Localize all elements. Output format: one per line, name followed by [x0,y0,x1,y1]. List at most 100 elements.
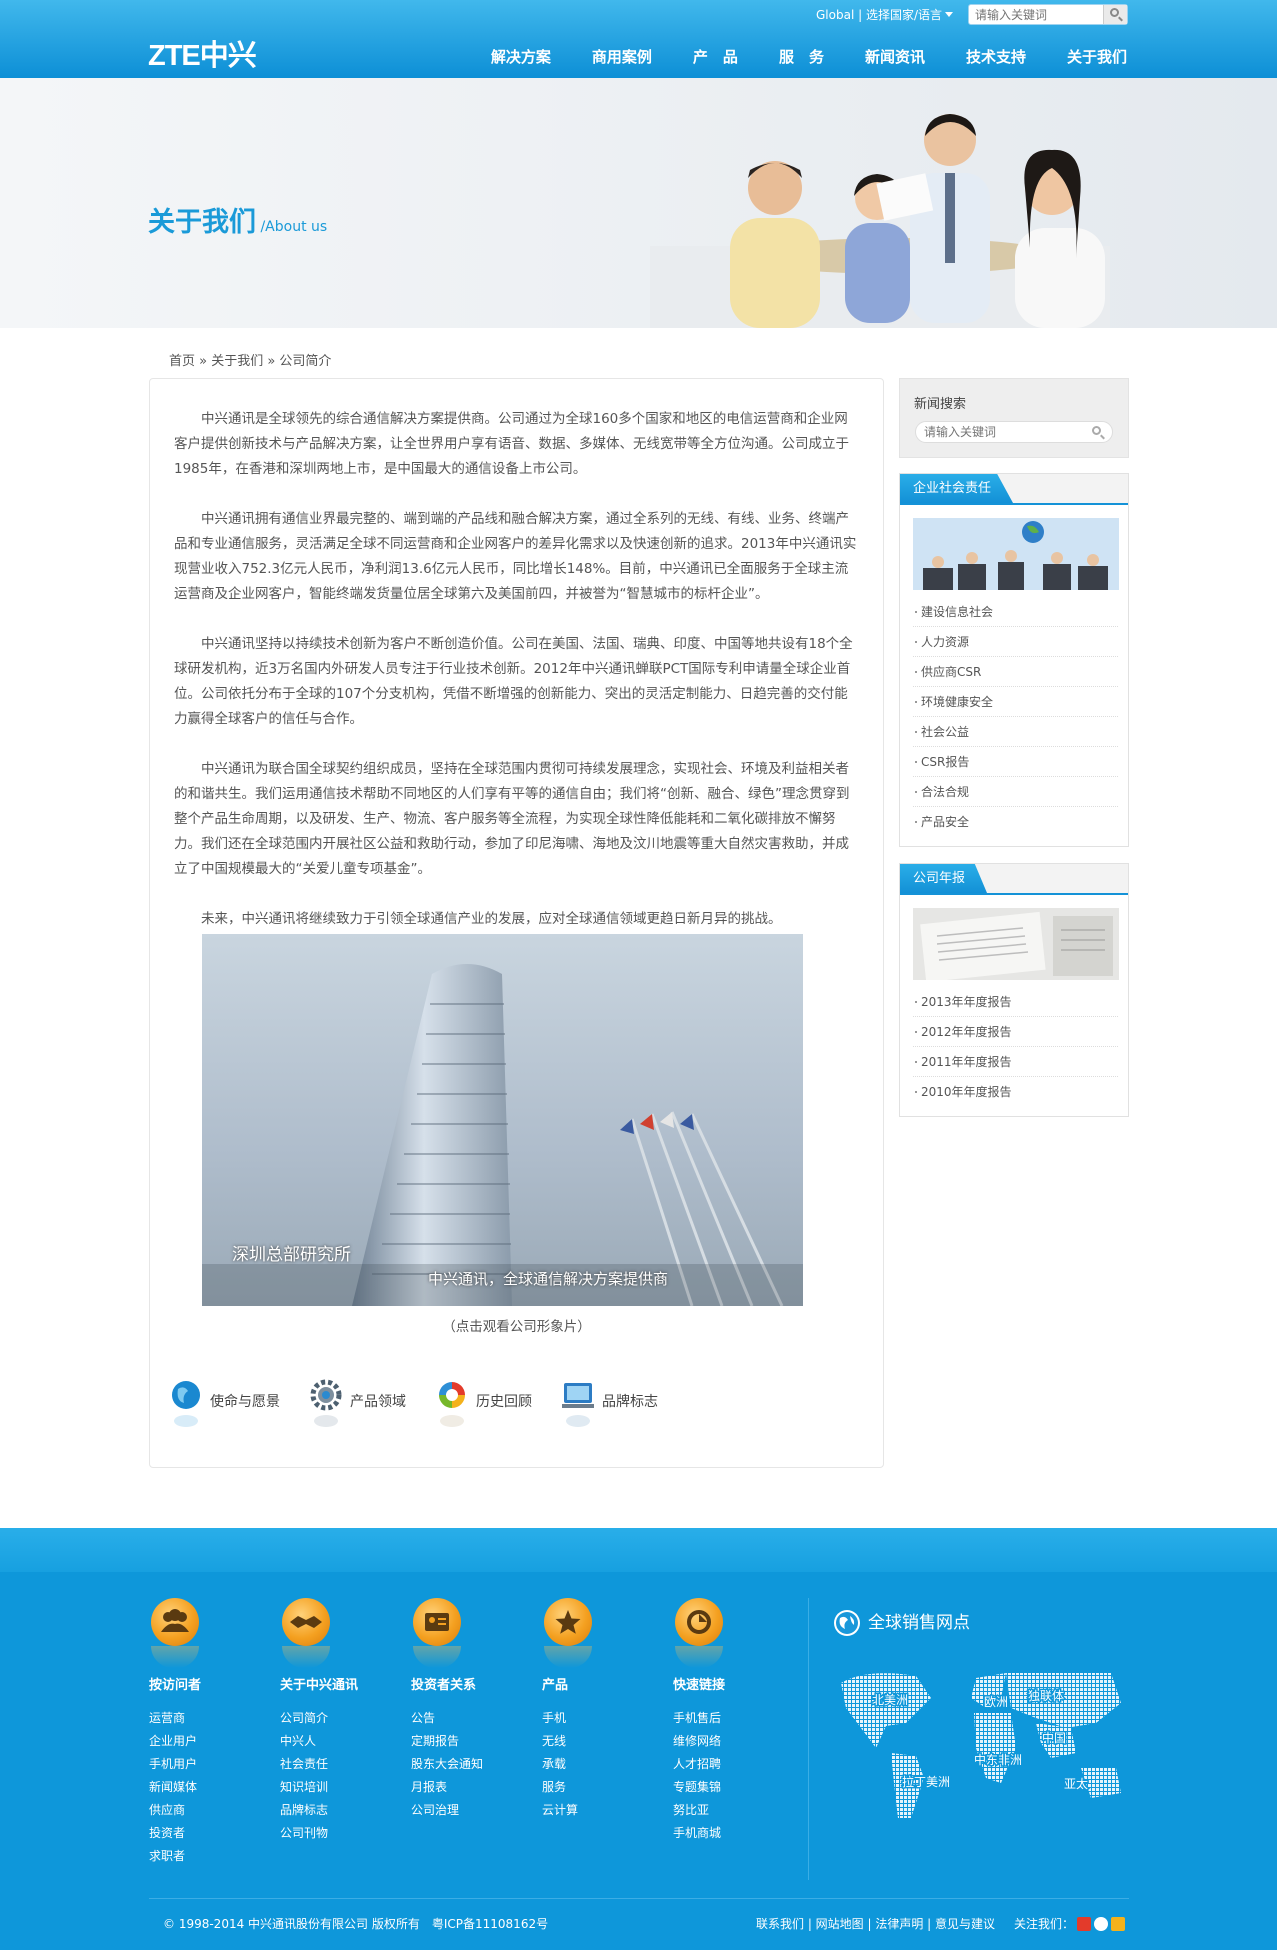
footer-link[interactable]: 手机售后 [673,1707,783,1730]
about-icon-links: 使命与愿景 产品领域 历史回顾 品牌标志 [170,1379,688,1435]
tencent-weibo-icon[interactable] [1094,1917,1109,1931]
footer-link[interactable]: 云计算 [542,1799,652,1822]
footer-link[interactable]: 公告 [411,1707,521,1730]
footer-link[interactable]: 投资者 [149,1822,259,1845]
nav-services[interactable]: 服 务 [779,46,824,67]
footer-link[interactable]: 公司简介 [280,1707,390,1730]
map-label[interactable]: 亚太 [1063,1775,1090,1793]
list-item[interactable]: 环境健康安全 [913,687,1118,717]
icon-reflection [151,1646,199,1668]
footer-bottom-links[interactable]: 联系我们 | 网站地图 | 法律声明 | 意见与建议 [756,1915,995,1932]
footer-link[interactable]: 求职者 [149,1845,259,1868]
follow-us-label: 关注我们： [1014,1917,1075,1931]
footer-link[interactable]: 运营商 [149,1707,259,1730]
nav-solutions[interactable]: 解决方案 [491,46,551,67]
footer-link[interactable]: 手机商城 [673,1822,783,1845]
top-search-input[interactable] [969,5,1099,24]
nav-cases[interactable]: 商用案例 [592,46,652,67]
copyright: © 1998-2014 中兴通讯股份有限公司 版权所有 粤ICP备1110816… [163,1917,549,1931]
footer-link[interactable]: 定期报告 [411,1730,521,1753]
footer-link[interactable]: 公司刊物 [280,1822,390,1845]
company-video[interactable]: 深圳总部研究所 中兴通讯，全球通信解决方案提供商 [202,934,803,1306]
map-label[interactable]: 欧洲 [983,1694,1010,1711]
top-search-button[interactable] [1103,5,1127,24]
icon-reflection [675,1646,723,1668]
mission-vision-link[interactable]: 使命与愿景 [170,1379,280,1435]
list-item[interactable]: 2010年年度报告 [913,1077,1118,1107]
renren-icon[interactable] [1111,1917,1126,1931]
article-paragraph: 未来，中兴通讯将继续致力于引领全球通信产业的发展，应对全球通信领域更趋日新月异的… [201,911,782,927]
footer-link[interactable]: 公司治理 [411,1799,521,1822]
list-item[interactable]: 供应商CSR [913,657,1118,687]
footer-link[interactable]: 知识培训 [280,1776,390,1799]
footer-link[interactable]: 维修网络 [673,1730,783,1753]
news-search-input[interactable] [916,422,1076,442]
global-language-selector[interactable]: Global | 选择国家/语言 [816,6,953,23]
map-label[interactable]: 中东非洲 [973,1751,1024,1769]
product-areas-label: 产品领域 [350,1394,406,1410]
footer-link[interactable]: 手机 [542,1707,652,1730]
footer-link[interactable]: 股东大会通知 [411,1753,521,1776]
nav-products[interactable]: 产 品 [693,46,738,67]
list-item[interactable]: CSR报告 [913,747,1118,777]
footer-link[interactable]: 承载 [542,1753,652,1776]
footer-link[interactable]: 新闻媒体 [149,1776,259,1799]
cycle-icon [436,1379,468,1435]
monitor-icon [562,1379,594,1435]
search-icon [1110,8,1119,17]
list-item[interactable]: 人力资源 [913,627,1118,657]
global-sales-title[interactable]: 全球销售网点 [834,1608,970,1636]
mission-vision-label: 使命与愿景 [210,1394,280,1410]
footer-link[interactable]: 人才招聘 [673,1753,783,1776]
brand-logo-link[interactable]: 品牌标志 [562,1379,658,1435]
footer-link[interactable]: 服务 [542,1776,652,1799]
nav-about[interactable]: 关于我们 [1067,46,1127,67]
gear-icon [310,1379,342,1435]
footer-link[interactable]: 社会责任 [280,1753,390,1776]
search-icon[interactable] [1092,426,1101,435]
footer-column-title: 关于中兴通讯 [280,1678,359,1693]
annual-report-box: 公司年报 2013年年度报告 2012年年度报告 2011年年度报告 2010年… [899,863,1129,1117]
footer-link[interactable]: 无线 [542,1730,652,1753]
csr-tab-label[interactable]: 企业社会责任 [900,474,1014,503]
product-areas-link[interactable]: 产品领域 [310,1379,406,1435]
list-item[interactable]: 建设信息社会 [913,597,1118,627]
footer-link[interactable]: 月报表 [411,1776,521,1799]
list-item[interactable]: 2012年年度报告 [913,1017,1118,1047]
footer-band [0,1528,1277,1572]
footer-link[interactable]: 品牌标志 [280,1799,390,1822]
zte-logo[interactable]: ZTE中兴 [148,32,257,74]
map-label[interactable]: 中国 [1041,1729,1068,1747]
annual-report-tab-label[interactable]: 公司年报 [900,864,988,893]
list-item[interactable]: 合法合规 [913,777,1118,807]
video-caption[interactable]: （点击观看公司形象片） [150,1315,883,1335]
footer-link[interactable]: 努比亚 [673,1799,783,1822]
main-nav: 解决方案 商用案例 产 品 服 务 新闻资讯 技术支持 关于我们 [450,46,1127,67]
chevron-down-icon[interactable] [945,12,953,17]
list-item[interactable]: 社会公益 [913,717,1118,747]
video-overlay-title: 深圳总部研究所 [232,1245,351,1265]
article-paragraph: 中兴通讯坚持以持续技术创新为客户不断创造价值。公司在美国、法国、瑞典、印度、中国… [174,636,853,727]
footer-link[interactable]: 供应商 [149,1799,259,1822]
nav-support[interactable]: 技术支持 [966,46,1026,67]
breadcrumb[interactable]: 首页 » 关于我们 » 公司简介 [169,350,331,369]
map-label[interactable]: 独联体 [1027,1688,1066,1705]
map-label[interactable]: 北美洲 [871,1692,910,1709]
csr-list: 建设信息社会 人力资源 供应商CSR 环境健康安全 社会公益 CSR报告 合法合… [913,597,1118,837]
global-link[interactable]: Global | 选择国家/语言 [816,8,942,22]
list-item[interactable]: 2011年年度报告 [913,1047,1118,1077]
footer-link[interactable]: 专题集锦 [673,1776,783,1799]
nav-news[interactable]: 新闻资讯 [865,46,925,67]
footer-link[interactable]: 企业用户 [149,1730,259,1753]
weibo-icon[interactable] [1077,1917,1092,1931]
footer-link[interactable]: 手机用户 [149,1753,259,1776]
article-paragraph: 中兴通讯是全球领先的综合通信解决方案提供商。公司通过为全球160多个国家和地区的… [174,411,849,477]
world-map[interactable]: 北美洲 欧洲 独联体 中国 中东非洲 亚太 拉丁美洲 [836,1668,1126,1828]
list-item[interactable]: 2013年年度报告 [913,987,1118,1017]
footer-column-products: 产品 手机 无线 承载 服务 云计算 [542,1598,652,1822]
map-label[interactable]: 拉丁美洲 [901,1773,952,1791]
list-item[interactable]: 产品安全 [913,807,1118,837]
history-link[interactable]: 历史回顾 [436,1379,532,1435]
icon-reflection [413,1646,461,1668]
footer-link[interactable]: 中兴人 [280,1730,390,1753]
